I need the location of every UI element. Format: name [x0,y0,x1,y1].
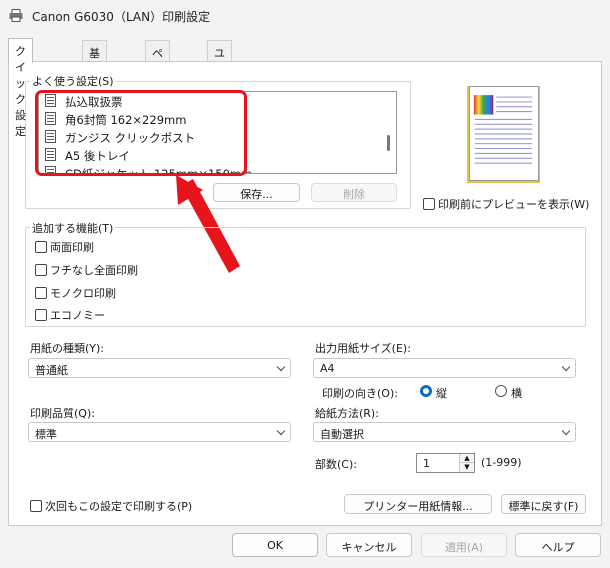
print-quality-label: 印刷品質(Q): [30,407,95,420]
tab-quick-setup[interactable]: クイック設定 [8,38,33,138]
restore-defaults-button[interactable]: 標準に戻す(F) [501,494,586,514]
delete-button[interactable]: 削除 [311,183,397,202]
checkbox[interactable] [423,198,435,210]
checkbox[interactable] [35,241,47,253]
stepper-up-icon[interactable]: ▲ [459,454,474,463]
grayscale-checkbox[interactable]: モノクロ印刷 [35,284,116,302]
portrait-radio[interactable] [420,385,432,397]
output-size-select[interactable]: A4 [313,358,576,378]
save-button[interactable]: 保存... [213,183,300,202]
checkbox[interactable] [35,309,47,321]
chevron-down-icon [276,426,286,436]
duplex-checkbox[interactable]: 両面印刷 [35,238,94,256]
orientation-label: 印刷の向き(O): [322,387,398,400]
chevron-down-icon [561,362,571,372]
chevron-down-icon [276,362,286,372]
cancel-button[interactable]: キャンセル [326,533,412,557]
portrait-label: 縦 [436,387,447,400]
media-type-label: 用紙の種類(Y): [30,342,105,355]
copies-range: (1-999) [481,456,522,469]
paper-source-select[interactable]: 自動選択 [313,422,576,442]
media-type-select[interactable]: 普通紙 [28,358,291,378]
copies-label: 部数(C): [315,458,357,471]
paper-source-label: 給紙方法(R): [315,407,379,420]
features-legend: 追加する機能(T) [30,220,116,236]
apply-button[interactable]: 適用(A) [421,533,507,557]
always-print-checkbox[interactable]: 次回もこの設定で印刷する(P) [30,497,192,515]
ok-button[interactable]: OK [232,533,318,557]
checkbox[interactable] [30,500,42,512]
checkbox[interactable] [35,264,47,276]
output-size-label: 出力用紙サイズ(E): [315,342,411,355]
chevron-down-icon [561,426,571,436]
help-button[interactable]: ヘルプ [515,533,601,557]
borderless-checkbox[interactable]: フチなし全面印刷 [35,261,138,279]
checkbox[interactable] [35,287,47,299]
media-info-button[interactable]: プリンター用紙情報... [344,494,492,514]
economy-checkbox[interactable]: エコノミー [35,306,105,324]
print-quality-select[interactable]: 標準 [28,422,291,442]
preview-before-print-checkbox[interactable]: 印刷前にプレビューを表示(W) [423,195,589,213]
page-preview-icon [469,86,539,181]
stepper-down-icon[interactable]: ▼ [459,463,474,472]
landscape-radio[interactable] [495,385,507,397]
landscape-label: 横 [511,387,522,400]
copies-input[interactable]: 1 ▲ ▼ [416,453,475,473]
